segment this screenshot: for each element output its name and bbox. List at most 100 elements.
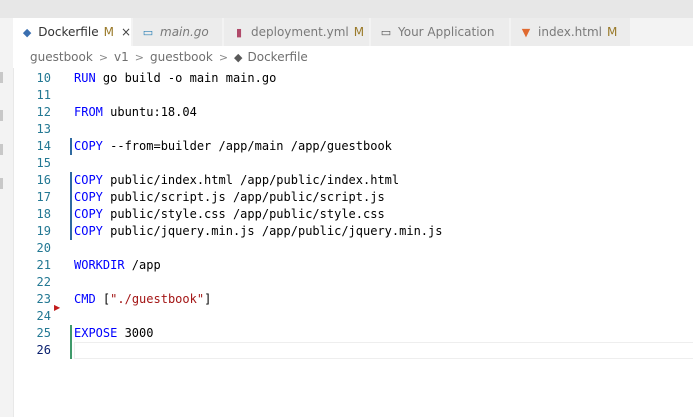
code-keyword: COPY bbox=[74, 190, 103, 204]
current-line-highlight bbox=[74, 342, 693, 359]
code-line[interactable]: 20 bbox=[14, 240, 693, 257]
code-text: CMD ["./guestbook"] bbox=[74, 291, 211, 308]
code-line[interactable]: 13 bbox=[14, 121, 693, 138]
docker-icon: ◆ bbox=[22, 25, 32, 39]
line-number: 23 bbox=[36, 292, 51, 306]
code-line[interactable]: 22 bbox=[14, 274, 693, 291]
breadcrumb-item-guestbook[interactable]: guestbook bbox=[30, 50, 93, 64]
editor-tab-bar: ◆ Dockerfile M × ▭ main.go ▮ deployment.… bbox=[13, 18, 693, 47]
code-arguments: public/script.js /app/public/script.js bbox=[102, 190, 385, 204]
line-number: 22 bbox=[36, 275, 51, 289]
code-line[interactable]: 24 ▶ bbox=[14, 304, 693, 325]
code-line[interactable]: 26 bbox=[14, 342, 693, 359]
line-number: 26 bbox=[36, 343, 51, 357]
window-top-strip bbox=[0, 0, 693, 18]
line-number: 17 bbox=[36, 190, 51, 204]
breadcrumb-item-guestbook-folder[interactable]: guestbook bbox=[150, 50, 213, 64]
rail-marker bbox=[0, 72, 3, 83]
tab-your-application[interactable]: ▭ Your Application bbox=[371, 18, 510, 46]
modified-line-indicator[interactable] bbox=[70, 172, 72, 189]
line-number: 20 bbox=[36, 241, 51, 255]
line-number: 25 bbox=[36, 326, 51, 340]
modified-line-indicator[interactable] bbox=[70, 206, 72, 223]
code-line[interactable]: 12 FROM ubuntu:18.04 bbox=[14, 104, 693, 121]
code-keyword: FROM bbox=[74, 105, 103, 119]
activity-rail bbox=[0, 18, 14, 417]
code-text: COPY --from=builder /app/main /app/guest… bbox=[74, 138, 392, 155]
tab-label: Dockerfile bbox=[38, 25, 99, 39]
code-string: "./guestbook" bbox=[110, 292, 205, 306]
code-text: RUN go build -o main main.go bbox=[74, 70, 276, 87]
added-line-indicator[interactable] bbox=[70, 325, 72, 342]
code-arguments: ubuntu:18.04 bbox=[102, 105, 197, 119]
line-number: 16 bbox=[36, 173, 51, 187]
rail-marker bbox=[0, 110, 3, 121]
code-keyword: WORKDIR bbox=[74, 258, 125, 272]
line-number: 15 bbox=[36, 156, 51, 170]
code-line[interactable]: 17 COPY public/script.js /app/public/scri… bbox=[14, 189, 693, 206]
tab-label: index.html bbox=[538, 25, 602, 39]
code-line[interactable]: 18 COPY public/style.css /app/public/styl… bbox=[14, 206, 693, 223]
code-keyword: COPY bbox=[74, 207, 103, 221]
code-line[interactable]: 11 bbox=[14, 87, 693, 104]
tab-label: deployment.yml bbox=[251, 25, 349, 39]
line-number: 14 bbox=[36, 139, 51, 153]
modified-line-indicator[interactable] bbox=[70, 138, 72, 155]
code-text: COPY public/index.html /app/public/index… bbox=[74, 172, 399, 189]
tab-label: Your Application bbox=[398, 25, 495, 39]
code-line[interactable]: 14 COPY --from=builder /app/main /app/gue… bbox=[14, 138, 693, 155]
code-arguments: public/jquery.min.js /app/public/jquery.… bbox=[102, 224, 443, 238]
code-arguments: /app bbox=[124, 258, 161, 272]
code-text: FROM ubuntu:18.04 bbox=[74, 104, 197, 121]
code-editor[interactable]: 10 RUN go build -o main main.go 11 12 FROM u… bbox=[14, 68, 693, 417]
modified-badge: M bbox=[606, 25, 618, 39]
code-arguments: --from=builder /app/main /app/guestbook bbox=[102, 139, 392, 153]
tab-main-go[interactable]: ▭ main.go bbox=[133, 18, 223, 46]
chevron-right-icon: > bbox=[218, 50, 229, 64]
breadcrumb-item-dockerfile[interactable]: Dockerfile bbox=[248, 50, 308, 64]
code-line[interactable]: 15 bbox=[14, 155, 693, 172]
modified-line-indicator[interactable] bbox=[70, 223, 72, 240]
deleted-line-indicator[interactable]: ▶ bbox=[54, 304, 60, 312]
line-number: 12 bbox=[36, 105, 51, 119]
code-line[interactable]: 19 COPY public/jquery.min.js /app/public/… bbox=[14, 223, 693, 240]
browser-window-icon: ▭ bbox=[380, 25, 392, 39]
line-number: 19 bbox=[36, 224, 51, 238]
line-number: 13 bbox=[36, 122, 51, 136]
code-keyword: CMD bbox=[74, 292, 96, 306]
docker-icon: ◆ bbox=[234, 50, 243, 64]
line-number: 24 bbox=[36, 309, 51, 323]
tab-deployment-yml[interactable]: ▮ deployment.yml M bbox=[224, 18, 370, 46]
code-text: COPY public/jquery.min.js /app/public/jq… bbox=[74, 223, 442, 240]
code-line[interactable]: 21 WORKDIR /app bbox=[14, 257, 693, 274]
code-line[interactable]: 23 CMD ["./guestbook"] bbox=[14, 291, 693, 308]
close-icon[interactable]: × bbox=[121, 25, 131, 39]
go-icon: ▭ bbox=[142, 25, 154, 39]
code-line[interactable]: 10 RUN go build -o main main.go bbox=[14, 70, 693, 87]
code-keyword: RUN bbox=[74, 71, 96, 85]
rail-marker bbox=[0, 178, 3, 189]
html5-icon: ▼ bbox=[521, 25, 531, 39]
chevron-right-icon: > bbox=[134, 50, 144, 64]
code-arguments: go build -o main main.go bbox=[95, 71, 277, 85]
code-text: COPY public/script.js /app/public/script… bbox=[74, 189, 385, 206]
modified-badge: M bbox=[103, 25, 114, 39]
code-line[interactable]: 25 EXPOSE 3000 bbox=[14, 325, 693, 342]
breadcrumb-item-v1[interactable]: v1 bbox=[114, 50, 129, 64]
code-arguments: public/index.html /app/public/index.html bbox=[102, 173, 400, 187]
code-keyword: COPY bbox=[74, 139, 103, 153]
code-tail: ] bbox=[204, 292, 212, 306]
code-text: WORKDIR /app bbox=[74, 257, 161, 274]
line-number: 10 bbox=[36, 71, 51, 85]
code-arguments: public/style.css /app/public/style.css bbox=[102, 207, 385, 221]
rail-marker bbox=[0, 144, 3, 155]
added-line-indicator[interactable] bbox=[70, 342, 72, 359]
code-keyword: EXPOSE bbox=[74, 326, 118, 340]
tab-index-html[interactable]: ▼ index.html M bbox=[511, 18, 631, 46]
code-keyword: COPY bbox=[74, 173, 103, 187]
tab-label: main.go bbox=[160, 25, 209, 39]
code-line[interactable]: 16 COPY public/index.html /app/public/ind… bbox=[14, 172, 693, 189]
modified-line-indicator[interactable] bbox=[70, 189, 72, 206]
tab-dockerfile[interactable]: ◆ Dockerfile M × bbox=[13, 18, 132, 46]
line-number: 11 bbox=[36, 88, 51, 102]
